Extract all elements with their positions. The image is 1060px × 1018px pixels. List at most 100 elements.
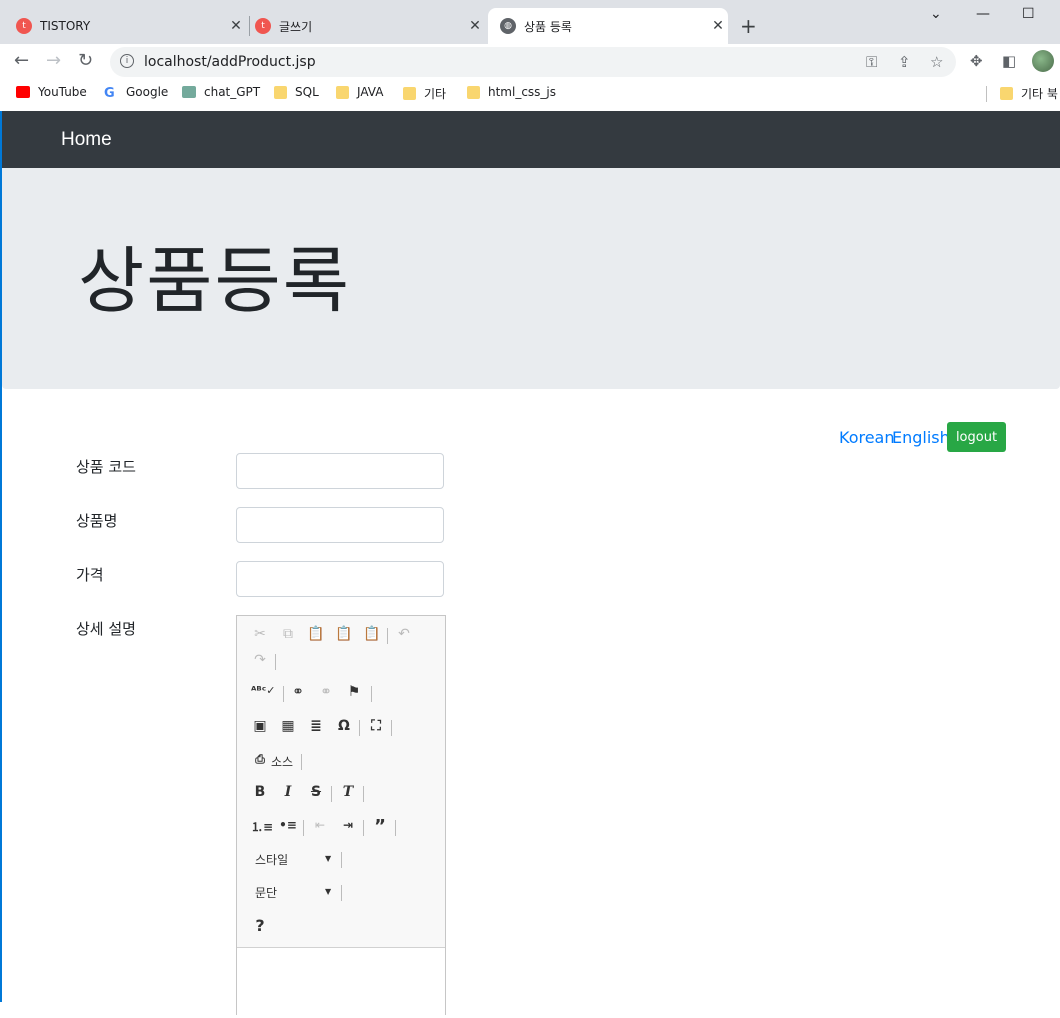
tab-add-product[interactable]: ◍ 상품 등록 ✕: [488, 8, 728, 44]
korean-link[interactable]: Korean: [839, 428, 895, 447]
close-icon[interactable]: ✕: [708, 18, 728, 34]
browser-toolbar: ← → ↻ i localhost/addProduct.jsp ⚿ ⇪ ☆ ✥…: [0, 44, 1060, 78]
product-code-input[interactable]: [236, 453, 444, 489]
jumbotron: 상품등록: [2, 168, 1060, 389]
paste-icon[interactable]: 📋: [307, 626, 325, 642]
description-label: 상세 설명: [76, 620, 136, 638]
undo-icon[interactable]: ↶: [395, 626, 413, 642]
close-icon[interactable]: ✕: [465, 18, 485, 34]
new-tab-icon[interactable]: +: [740, 14, 757, 38]
bookmark-html-css-js[interactable]: html_css_js: [467, 85, 556, 99]
share-icon[interactable]: ⇪: [898, 53, 911, 71]
folder-icon: [1000, 87, 1013, 100]
help-icon[interactable]: ?: [251, 916, 269, 935]
redo-icon[interactable]: ↷: [251, 652, 269, 668]
paste-word-icon[interactable]: 📋: [363, 626, 381, 642]
format-dropdown-label: 문단: [255, 886, 278, 900]
bookmark-label: JAVA: [357, 85, 384, 99]
logout-button[interactable]: logout: [947, 422, 1006, 452]
price-label: 가격: [76, 566, 104, 584]
source-button[interactable]: 소스: [271, 753, 293, 770]
bookmark-divider: [986, 86, 987, 102]
bookmark-other[interactable]: 기타 북: [1000, 85, 1058, 102]
forward-icon[interactable]: →: [46, 50, 61, 71]
outdent-icon[interactable]: ⇤: [311, 818, 329, 832]
strikethrough-icon[interactable]: S: [307, 784, 325, 800]
anchor-flag-icon[interactable]: ⚑: [345, 684, 363, 700]
reload-icon[interactable]: ↻: [78, 50, 93, 71]
tab-title: TISTORY: [40, 19, 91, 33]
extensions-icon[interactable]: ✥: [970, 52, 983, 70]
bulleted-list-icon[interactable]: •≡: [279, 818, 297, 832]
toolbar-separator: [301, 754, 302, 770]
star-icon[interactable]: ☆: [930, 53, 943, 71]
bold-icon[interactable]: B: [251, 784, 269, 800]
url-text: localhost/addProduct.jsp: [144, 54, 316, 70]
product-name-input[interactable]: [236, 507, 444, 543]
toolbar-separator: [341, 885, 342, 901]
folder-icon: [403, 87, 416, 100]
home-link[interactable]: Home: [61, 129, 112, 151]
table-icon[interactable]: ▦: [279, 718, 297, 734]
page-title: 상품등록: [78, 239, 351, 323]
numbered-list-icon[interactable]: ⒈≡: [251, 818, 273, 835]
special-char-icon[interactable]: Ω: [335, 718, 353, 734]
bookmarks-bar: YouTube G Google chat_GPT SQL JAVA 기타 htm…: [0, 78, 1060, 110]
key-icon[interactable]: ⚿: [866, 53, 877, 71]
bookmark-sql[interactable]: SQL: [274, 85, 319, 99]
copy-icon[interactable]: ⧉: [279, 626, 297, 642]
bookmark-label: chat_GPT: [204, 85, 261, 99]
tistory-favicon-icon: t: [16, 18, 32, 34]
italic-icon[interactable]: I: [279, 784, 297, 800]
bookmark-google[interactable]: G Google: [104, 85, 168, 101]
tistory-favicon-icon: t: [255, 18, 271, 34]
google-icon: G: [104, 86, 115, 101]
tab-tistory[interactable]: t TISTORY ✕: [16, 8, 246, 44]
site-info-icon[interactable]: i: [120, 54, 134, 68]
side-panel-icon[interactable]: ◧: [1002, 52, 1016, 70]
tab-search-icon[interactable]: ⌄: [930, 6, 942, 22]
bookmark-etc[interactable]: 기타: [403, 85, 446, 102]
product-name-label: 상품명: [76, 512, 118, 530]
toolbar-separator: [275, 654, 276, 670]
blockquote-icon[interactable]: ”: [371, 816, 389, 837]
bookmark-label: 기타: [424, 87, 447, 101]
spellcheck-icon[interactable]: ᴬᴮᶜ✓: [251, 684, 275, 697]
image-icon[interactable]: ▣: [251, 718, 269, 734]
unlink-icon[interactable]: ⚭: [317, 684, 335, 700]
toolbar-separator: [363, 786, 364, 802]
price-input[interactable]: [236, 561, 444, 597]
navbar: Home: [2, 111, 1060, 168]
caret-down-icon: ▼: [325, 854, 332, 863]
bookmark-label: 기타 북: [1021, 87, 1058, 101]
cut-icon[interactable]: ✂: [251, 626, 269, 642]
link-icon[interactable]: ⚭: [289, 684, 307, 700]
editor-content-area[interactable]: [237, 947, 445, 1018]
style-dropdown[interactable]: 스타일 ▼: [255, 851, 335, 868]
folder-icon: [274, 85, 287, 99]
bookmark-label: SQL: [295, 85, 319, 99]
paste-text-icon[interactable]: 📋: [335, 626, 353, 642]
close-icon[interactable]: ✕: [226, 18, 246, 34]
style-dropdown-label: 스타일: [255, 853, 289, 867]
bookmark-java[interactable]: JAVA: [336, 85, 383, 99]
folder-icon: [467, 85, 480, 99]
rich-text-editor: ✂ ⧉ 📋 📋 📋 ↶ ↷ ᴬᴮᶜ✓ ⚭ ⚭ ⚑ ▣ ▦ ≣ Ω ⛶ ⎙ 소스 …: [236, 615, 446, 1018]
bookmark-youtube[interactable]: YouTube: [16, 85, 87, 99]
maximize-icon[interactable]: ☐: [1022, 6, 1035, 22]
horizontal-line-icon[interactable]: ≣: [307, 718, 325, 734]
bookmark-chatgpt[interactable]: chat_GPT: [182, 85, 260, 99]
indent-icon[interactable]: ⇥: [339, 818, 357, 832]
toolbar-separator: [371, 686, 372, 702]
remove-format-icon[interactable]: T: [339, 784, 357, 800]
back-icon[interactable]: ←: [14, 50, 29, 71]
address-bar[interactable]: i localhost/addProduct.jsp ⚿ ⇪ ☆: [110, 47, 956, 77]
english-link[interactable]: English: [892, 428, 950, 447]
tab-write[interactable]: t 글쓰기 ✕: [255, 8, 485, 44]
profile-avatar[interactable]: [1032, 50, 1054, 72]
format-dropdown[interactable]: 문단 ▼: [255, 884, 335, 901]
toolbar-separator: [283, 686, 284, 702]
page-viewport: Home 상품등록 Korean English logout 상품 코드 상품…: [0, 111, 1060, 1018]
maximize-icon[interactable]: ⛶: [367, 718, 385, 734]
minimize-icon[interactable]: —: [976, 6, 990, 22]
